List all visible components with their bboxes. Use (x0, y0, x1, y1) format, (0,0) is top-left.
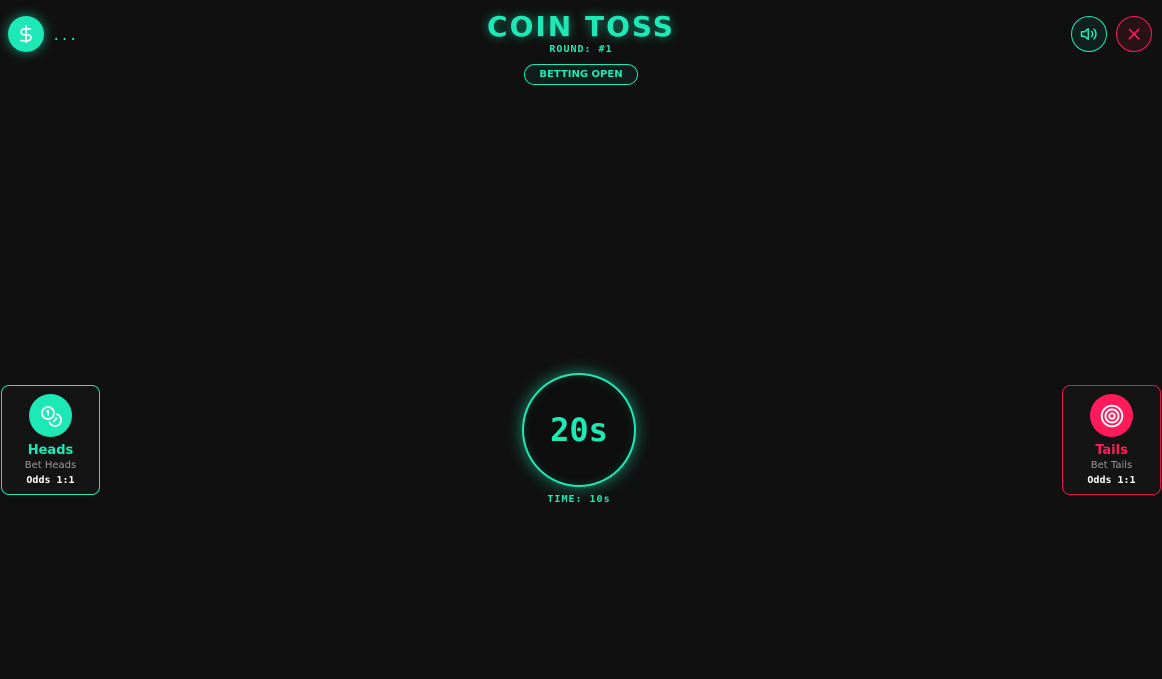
sound-toggle-button[interactable] (1071, 16, 1107, 52)
countdown-value: 20s (550, 411, 608, 449)
tails-odds: Odds 1:1 (1087, 475, 1136, 486)
round-label: ROUND: #1 (549, 44, 613, 55)
betting-status-badge: BETTING OPEN (524, 64, 638, 85)
target-icon (1100, 404, 1123, 427)
countdown-circle: 20s (522, 373, 636, 487)
game-header: COIN TOSS ROUND: #1 BETTING OPEN (0, 12, 1162, 85)
top-controls (1071, 16, 1152, 52)
bet-tails-card[interactable]: Tails Bet Tails Odds 1:1 (1062, 385, 1161, 495)
heads-label: Heads (27, 443, 74, 458)
bet-heads-card[interactable]: Heads Bet Heads Odds 1:1 (1, 385, 100, 495)
heads-icon-circle (29, 394, 72, 437)
game-title: COIN TOSS (487, 10, 675, 43)
tails-icon-circle (1090, 394, 1133, 437)
countdown: 20s TIME: 10s (522, 373, 636, 505)
time-label: TIME: 10s (547, 494, 611, 505)
tails-subtitle: Bet Tails (1090, 460, 1133, 471)
close-button[interactable] (1116, 16, 1152, 52)
tails-label: Tails (1095, 443, 1128, 458)
game-screen: ... COIN TOSS ROUND: #1 BETTING OPEN Hea… (0, 0, 1162, 679)
heads-subtitle: Bet Heads (24, 460, 77, 471)
speaker-icon (1080, 28, 1097, 40)
close-icon (1128, 28, 1140, 40)
heads-odds: Odds 1:1 (26, 475, 75, 486)
coins-icon (40, 405, 62, 427)
